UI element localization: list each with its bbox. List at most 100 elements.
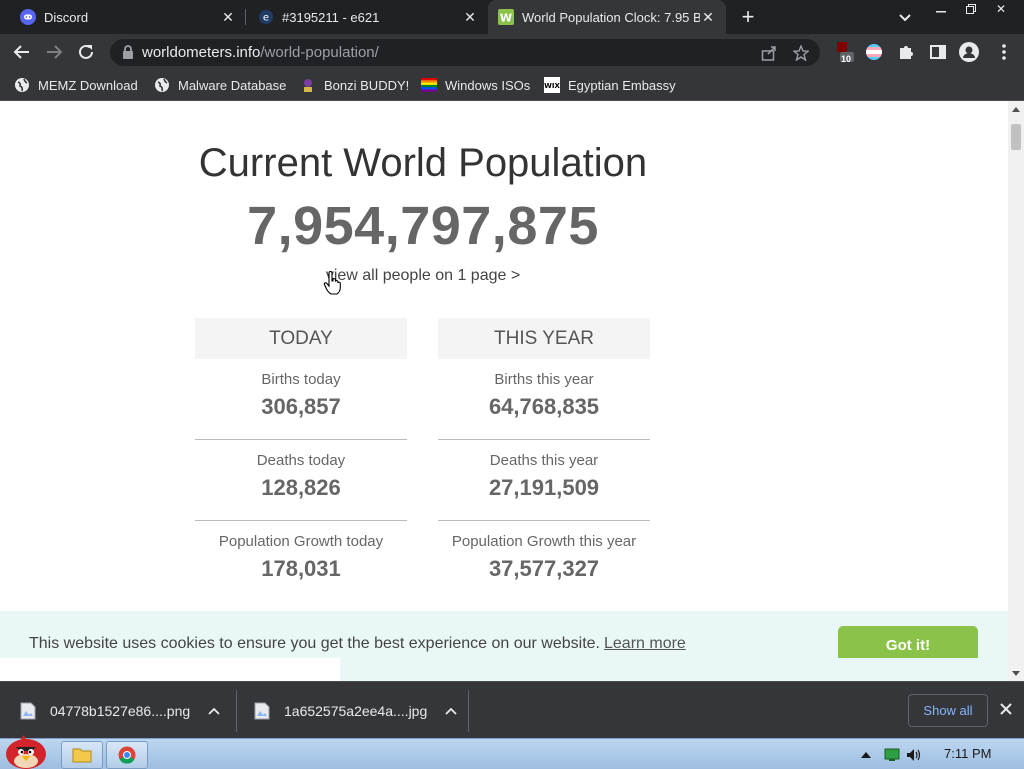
- tab-strip: Discord ✕ e #3195211 - e621 ✕ W World Po…: [0, 0, 1024, 34]
- profile-avatar-icon[interactable]: [959, 42, 979, 62]
- this-year-heading: THIS YEAR: [438, 318, 650, 359]
- view-all-people-link[interactable]: view all people on 1 page >: [0, 267, 846, 285]
- explorer-taskbar-button[interactable]: [61, 741, 103, 769]
- close-tab-icon[interactable]: ✕: [462, 9, 478, 25]
- stat-value: 27,191,509: [488, 475, 600, 500]
- tab-e621[interactable]: e #3195211 - e621 ✕: [238, 0, 488, 34]
- stat-value: 128,826: [261, 475, 341, 500]
- profile-flag-extension-icon[interactable]: [864, 42, 884, 62]
- taskbar-clock[interactable]: 7:11 PM: [944, 746, 991, 761]
- bookmark-label: Malware Database: [178, 77, 287, 93]
- restore-icon[interactable]: [958, 0, 984, 18]
- stat-births-this-year: Births this year 64,768,835: [438, 359, 650, 440]
- bookmark-memz-download[interactable]: MEMZ Download: [14, 76, 138, 94]
- page-scrollbar[interactable]: [1008, 101, 1024, 681]
- forward-arrow-icon[interactable]: [42, 40, 66, 64]
- download-filename: 1a652575a2ee4a....jpg: [284, 702, 428, 719]
- tray-expand-icon[interactable]: [860, 747, 872, 763]
- chrome-taskbar-button[interactable]: [106, 741, 148, 769]
- stat-label: Deaths today: [256, 452, 346, 469]
- puzzle-extensions-icon[interactable]: [896, 42, 916, 62]
- learn-more-link[interactable]: Learn more: [604, 635, 686, 652]
- bookmark-windows-isos[interactable]: Windows ISOs: [421, 76, 530, 94]
- e621-icon: e: [258, 9, 274, 25]
- scroll-up-arrow-icon[interactable]: [1012, 107, 1020, 112]
- stat-value: 37,577,327: [488, 556, 600, 581]
- bookmark-label: Bonzi BUDDY!: [324, 77, 410, 93]
- close-shelf-icon[interactable]: [997, 700, 1015, 718]
- tab-title: Discord: [44, 9, 89, 25]
- page-viewport: Current World Population 7,954,797,875 v…: [0, 101, 1008, 681]
- page-title: Current World Population: [198, 141, 648, 185]
- discord-icon: [20, 9, 36, 25]
- rainbow-flag-icon: [421, 77, 437, 93]
- stat-growth-today: Population Growth today 178,031: [195, 521, 407, 601]
- extension-badge: 10: [841, 54, 852, 64]
- today-column: TODAY Births today 306,857 Deaths today …: [195, 318, 407, 601]
- close-window-icon[interactable]: ✕: [988, 0, 1014, 18]
- bookmark-label: MEMZ Download: [38, 77, 138, 93]
- svg-text:W: W: [500, 12, 512, 25]
- lock-icon[interactable]: [122, 45, 134, 64]
- network-icon[interactable]: [884, 747, 900, 763]
- bonzi-icon: [300, 77, 316, 93]
- bookmark-label: Egyptian Embassy: [568, 77, 676, 93]
- download-shelf: 04778b1527e86....png 1a652575a2ee4a....j…: [0, 681, 1024, 739]
- image-file-icon: [20, 702, 36, 719]
- hand-cursor-icon: [323, 271, 341, 295]
- chevron-up-icon[interactable]: [443, 703, 459, 719]
- bookmark-star-icon[interactable]: [792, 44, 810, 62]
- side-panel-icon[interactable]: [928, 42, 948, 62]
- download-item[interactable]: 04778b1527e86....png: [20, 682, 222, 739]
- globe-icon: [154, 77, 170, 93]
- stat-growth-this-year: Population Growth this year 37,577,327: [438, 521, 650, 601]
- globe-icon: [14, 77, 30, 93]
- scroll-down-arrow-icon[interactable]: [1012, 671, 1020, 676]
- bookmark-bonzi-buddy[interactable]: Bonzi BUDDY!: [300, 76, 409, 94]
- stat-label: Population Growth this year: [451, 533, 637, 550]
- this-year-column: THIS YEAR Births this year 64,768,835 De…: [438, 318, 650, 601]
- chevron-up-icon[interactable]: [206, 703, 222, 719]
- menu-kebab-icon[interactable]: [994, 42, 1014, 62]
- minimize-icon[interactable]: [928, 0, 954, 18]
- stat-deaths-this-year: Deaths this year 27,191,509: [438, 440, 650, 521]
- download-item[interactable]: 1a652575a2ee4a....jpg: [254, 682, 459, 739]
- cookie-message-line: This website uses cookies to ensure you …: [29, 635, 686, 653]
- download-separator: [236, 690, 237, 732]
- svg-text:e: e: [263, 13, 269, 24]
- close-tab-icon[interactable]: ✕: [700, 9, 716, 25]
- page-strip: [0, 658, 340, 681]
- scrollbar-thumb[interactable]: [1011, 124, 1021, 150]
- close-tab-icon[interactable]: ✕: [220, 9, 236, 25]
- stat-label: Births today: [261, 371, 341, 388]
- tab-search-chevron-icon[interactable]: [896, 8, 914, 26]
- new-tab-button[interactable]: +: [738, 6, 758, 28]
- bookmark-egyptian-embassy[interactable]: WIX Egyptian Embassy: [544, 76, 676, 94]
- worldometers-icon: W: [498, 9, 514, 25]
- reload-icon[interactable]: [74, 40, 98, 64]
- cookie-banner-lower: [340, 658, 1008, 681]
- bookmarks-bar: MEMZ Download Malware Database Bonzi BUD…: [0, 70, 1024, 101]
- taskbar: 7:11 PM: [0, 735, 1024, 769]
- svg-text:WIX: WIX: [544, 82, 560, 90]
- wix-icon: WIX: [544, 77, 560, 93]
- address-bar[interactable]: worldometers.info/world-population/: [110, 39, 820, 66]
- browser-toolbar: worldometers.info/world-population/ 10: [0, 34, 1024, 70]
- url-path: /world-population/: [260, 44, 379, 61]
- ublock-extension-icon[interactable]: 10: [834, 42, 854, 64]
- tab-discord[interactable]: Discord ✕: [0, 0, 246, 34]
- stat-deaths-today: Deaths today 128,826: [195, 440, 407, 521]
- cookie-message: This website uses cookies to ensure you …: [29, 635, 600, 652]
- folder-icon: [72, 748, 92, 763]
- stat-value: 306,857: [261, 394, 341, 419]
- tab-world-population[interactable]: W World Population Clock: 7.95 B ✕: [488, 0, 726, 34]
- back-arrow-icon[interactable]: [10, 40, 34, 64]
- image-file-icon: [254, 702, 270, 719]
- angry-bird-start-icon[interactable]: [2, 733, 50, 769]
- download-separator: [468, 690, 469, 732]
- url-text[interactable]: worldometers.info/world-population/: [142, 44, 379, 61]
- show-all-button[interactable]: Show all: [908, 694, 988, 727]
- volume-icon[interactable]: [906, 747, 922, 763]
- share-icon[interactable]: [760, 44, 778, 62]
- bookmark-malware-database[interactable]: Malware Database: [154, 76, 286, 94]
